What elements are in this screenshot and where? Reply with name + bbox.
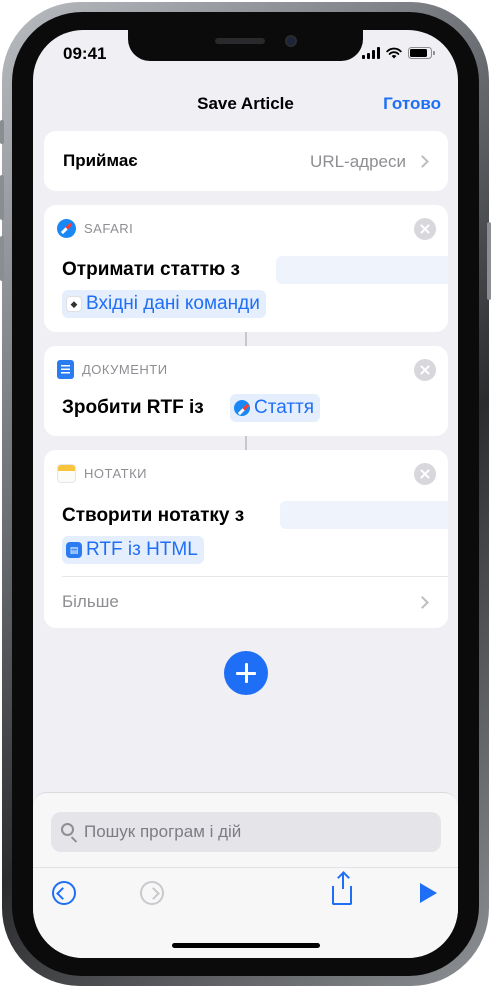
redo-icon bbox=[140, 881, 164, 905]
search-icon bbox=[61, 823, 74, 836]
remove-action-button[interactable] bbox=[414, 359, 436, 381]
undo-icon bbox=[52, 881, 76, 905]
action-card-documents[interactable]: ДОКУМЕНТИ Зробити RTF із Стаття bbox=[44, 346, 448, 436]
actions-sheet bbox=[33, 792, 458, 958]
token-label: RTF із HTML bbox=[86, 539, 198, 560]
app-label: НОТАТКИ bbox=[84, 466, 148, 481]
action-header: SAFARI bbox=[57, 219, 133, 238]
app-label: SAFARI bbox=[84, 221, 134, 236]
receives-value: URL-адреси bbox=[310, 152, 406, 171]
receives-row[interactable]: Приймає URL-адреси bbox=[44, 131, 448, 191]
action-header: НОТАТКИ bbox=[57, 464, 147, 483]
variable-token[interactable]: ◆ Вхідні дані команди bbox=[62, 290, 266, 318]
run-button[interactable] bbox=[411, 877, 443, 909]
notch bbox=[128, 30, 363, 61]
mute-switch bbox=[0, 120, 4, 144]
action-card-notes[interactable]: НОТАТКИ Створити нотатку з ▤ RTF із HTML… bbox=[44, 450, 448, 628]
volume-up-button bbox=[0, 175, 4, 220]
chevron-right-icon bbox=[416, 155, 429, 168]
wifi-icon bbox=[386, 47, 402, 59]
divider bbox=[33, 867, 458, 868]
status-time: 09:41 bbox=[63, 44, 107, 63]
documents-icon: ▤ bbox=[66, 542, 82, 558]
share-button[interactable] bbox=[326, 873, 358, 909]
action-connector bbox=[245, 436, 247, 450]
divider bbox=[62, 576, 448, 577]
home-indicator bbox=[172, 943, 320, 948]
receives-label: Приймає bbox=[63, 151, 138, 170]
parameter-slot[interactable] bbox=[280, 501, 448, 529]
parameter-slot[interactable] bbox=[276, 256, 448, 284]
action-text: Створити нотатку з bbox=[62, 505, 245, 526]
variable-token[interactable]: Стаття bbox=[230, 394, 321, 422]
cellular-signal-icon bbox=[362, 47, 380, 59]
search-bar[interactable] bbox=[51, 812, 441, 852]
action-header: ДОКУМЕНТИ bbox=[57, 360, 168, 379]
front-camera bbox=[285, 35, 297, 47]
token-label: Вхідні дані команди bbox=[86, 293, 260, 314]
remove-action-button[interactable] bbox=[414, 463, 436, 485]
status-icons bbox=[362, 47, 435, 59]
play-icon bbox=[420, 883, 437, 903]
notes-icon bbox=[57, 464, 76, 483]
action-card-safari[interactable]: SAFARI Отримати статтю з ◆ Вхідні дані к… bbox=[44, 205, 448, 332]
safari-icon bbox=[234, 400, 250, 416]
undo-button[interactable] bbox=[48, 877, 80, 909]
power-button bbox=[487, 222, 491, 300]
share-icon bbox=[332, 873, 352, 905]
variable-token[interactable]: ▤ RTF із HTML bbox=[62, 536, 204, 564]
app-label: ДОКУМЕНТИ bbox=[82, 362, 168, 377]
action-connector bbox=[245, 332, 247, 346]
documents-icon bbox=[57, 360, 74, 379]
search-input[interactable] bbox=[84, 812, 424, 852]
volume-down-button bbox=[0, 236, 4, 281]
add-action-button[interactable] bbox=[224, 651, 268, 695]
screen: 09:41 Save Article Готово Приймає URL-ад… bbox=[33, 30, 458, 958]
shortcut-input-icon: ◆ bbox=[66, 296, 82, 312]
redo-button[interactable] bbox=[136, 877, 168, 909]
action-text: Отримати статтю з bbox=[62, 259, 241, 280]
safari-icon bbox=[57, 219, 76, 238]
earpiece-speaker bbox=[215, 38, 265, 44]
nav-bar: Save Article Готово bbox=[33, 88, 458, 120]
remove-action-button[interactable] bbox=[414, 218, 436, 240]
done-button[interactable]: Готово bbox=[383, 94, 441, 114]
action-text: Зробити RTF із bbox=[62, 397, 204, 418]
battery-icon bbox=[408, 47, 435, 59]
token-label: Стаття bbox=[254, 397, 315, 418]
chevron-right-icon bbox=[416, 596, 429, 609]
more-button[interactable]: Більше bbox=[62, 592, 119, 612]
